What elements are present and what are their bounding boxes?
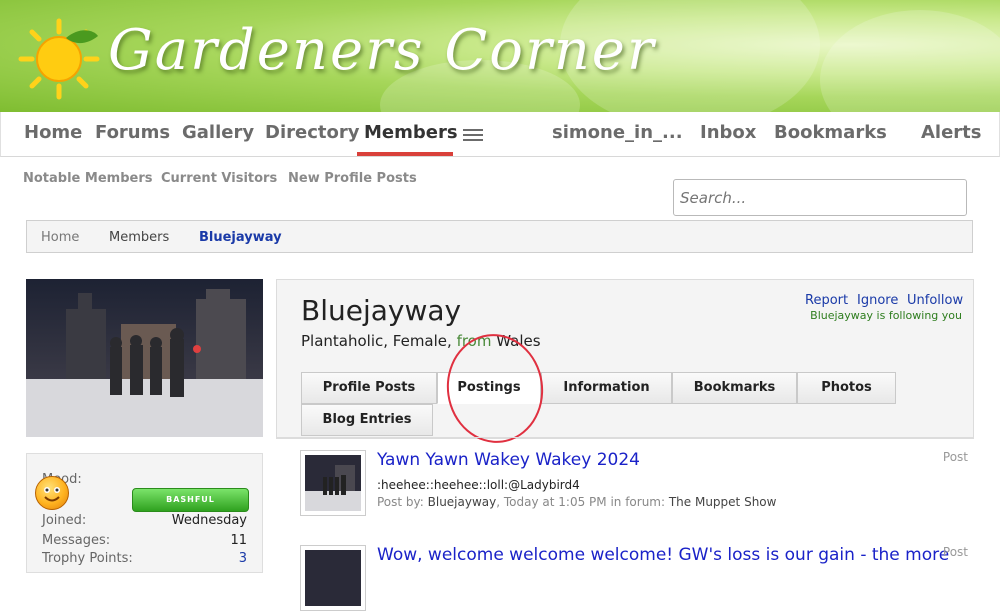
tab-information[interactable]: Information (541, 372, 672, 404)
post-item: Yawn Yawn Wakey Wakey 2024 :heehee::heeh… (300, 450, 974, 520)
profile-blurb-from: from (456, 332, 492, 350)
profile-blurb-text: Plantaholic, Female, (301, 332, 457, 350)
posts-divider (276, 437, 974, 438)
site-title[interactable]: Gardeners Corner (108, 18, 656, 83)
main-navigation: Home Forums Gallery Directory Members si… (0, 112, 1000, 157)
post-meta: Post by: Bluejayway, Today at 1:05 PM in… (377, 495, 776, 509)
nav-user-account[interactable]: simone_in_... (552, 122, 683, 143)
nav-gallery[interactable]: Gallery (182, 122, 254, 143)
breadcrumb-current[interactable]: Bluejayway (199, 230, 282, 245)
subnav-new-profile-posts[interactable]: New Profile Posts (288, 171, 417, 186)
avatar[interactable] (26, 279, 263, 437)
post-forum-link[interactable]: The Muppet Show (669, 495, 777, 509)
member-info-panel: Mood: BASHFUL Joined: Wednesday Messages… (26, 453, 263, 573)
tab-profile-posts[interactable]: Profile Posts (301, 372, 437, 404)
messages-label: Messages: (42, 533, 111, 548)
search-input[interactable] (673, 179, 967, 216)
nav-forums[interactable]: Forums (95, 122, 170, 143)
post-item: Wow, welcome welcome welcome! GW's loss … (300, 545, 974, 611)
breadcrumb-members[interactable]: Members (109, 230, 169, 245)
menu-icon[interactable] (463, 129, 483, 141)
subnav-current-visitors[interactable]: Current Visitors (161, 171, 277, 186)
tab-blog-entries[interactable]: Blog Entries (301, 404, 433, 436)
trophy-points-value[interactable]: 3 (239, 551, 247, 566)
following-status: Bluejayway is following you (810, 309, 962, 322)
mood-smiley-icon (35, 476, 69, 510)
post-type-label: Post (942, 450, 968, 464)
nav-bookmarks[interactable]: Bookmarks (774, 122, 887, 143)
site-banner: Gardeners Corner (0, 0, 1000, 112)
joined-label: Joined: (42, 513, 87, 528)
post-author-link[interactable]: Bluejayway (428, 495, 497, 509)
joined-value: Wednesday (171, 513, 247, 528)
post-meta-time: , Today at 1:05 PM in forum: (496, 495, 669, 509)
report-link[interactable]: Report (805, 293, 848, 308)
post-snippet: :heehee::heehee::loll:@Ladybird4 (377, 478, 580, 492)
post-thumbnail[interactable] (300, 450, 366, 516)
nav-home[interactable]: Home (24, 122, 82, 143)
breadcrumb: Home Members Bluejayway (26, 220, 973, 253)
breadcrumb-home[interactable]: Home (41, 230, 79, 245)
nav-inbox[interactable]: Inbox (700, 122, 756, 143)
sun-logo-icon (18, 18, 100, 100)
profile-location[interactable]: Wales (491, 332, 540, 350)
post-meta-prefix: Post by: (377, 495, 428, 509)
tab-bookmarks[interactable]: Bookmarks (672, 372, 797, 404)
profile-blurb: Plantaholic, Female, from Wales (301, 332, 541, 350)
post-title[interactable]: Yawn Yawn Wakey Wakey 2024 (377, 450, 640, 470)
messages-value: 11 (230, 533, 247, 548)
nav-alerts[interactable]: Alerts (921, 122, 982, 143)
subnav-notable-members[interactable]: Notable Members (23, 171, 152, 186)
ignore-link[interactable]: Ignore (857, 293, 898, 308)
mood-badge[interactable]: BASHFUL (132, 488, 249, 512)
active-nav-indicator (357, 152, 453, 156)
trophy-points-label: Trophy Points: (42, 551, 133, 566)
post-title[interactable]: Wow, welcome welcome welcome! GW's loss … (377, 545, 949, 565)
tab-photos[interactable]: Photos (797, 372, 896, 404)
tab-postings[interactable]: Postings (437, 372, 541, 404)
post-thumbnail[interactable] (300, 545, 366, 611)
nav-directory[interactable]: Directory (265, 122, 359, 143)
unfollow-link[interactable]: Unfollow (907, 293, 963, 308)
profile-username: Bluejayway (301, 294, 462, 327)
nav-members[interactable]: Members (364, 122, 458, 143)
post-type-label: Post (942, 545, 968, 559)
